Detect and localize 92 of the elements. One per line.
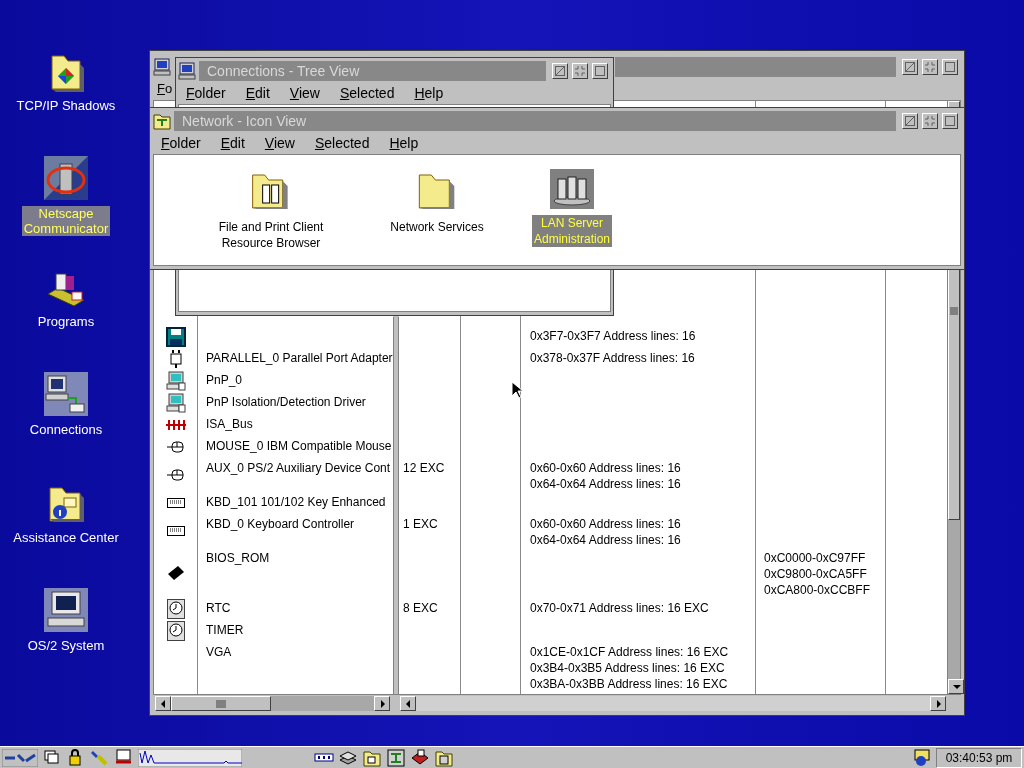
scroll-right-button[interactable] [374, 696, 390, 711]
io-address: 0x3BA-0x3BB Address lines: 16 EXC [530, 676, 729, 692]
io-address: 0x64-0x64 Address lines: 16 [530, 532, 682, 548]
program-board-icon [46, 270, 86, 308]
help-folder-icon [46, 484, 86, 524]
device-name: ISA_Bus [206, 416, 254, 432]
device-name: PARALLEL_0 Parallel Port Adapter [206, 350, 393, 366]
io-address: 0x60-0x60 Address lines: 16 [530, 460, 682, 476]
menu-item[interactable]: Help [414, 82, 444, 104]
memory-range: 0xC9800-0xCA5FF [764, 566, 868, 582]
memory-range: 0xC0000-0xC97FF [764, 550, 867, 566]
irq-cell-text: 1 EXC [403, 516, 439, 532]
object-label[interactable]: File and Print Client Resource Browser [216, 219, 326, 251]
memory-range: 0xCA800-0xCCBFF [764, 582, 872, 598]
scroll-left-button[interactable] [400, 696, 416, 711]
folder-icon [417, 171, 457, 211]
menu-item[interactable]: Fo [157, 79, 173, 99]
mouse-icon [166, 441, 185, 453]
menu-item[interactable]: Folder [161, 132, 201, 154]
computer-icon [153, 58, 171, 76]
menu-item[interactable]: Edit [245, 82, 270, 104]
io-address: 0x3F7-0x3F7 Address lines: 16 [530, 328, 697, 344]
maximize-button[interactable] [592, 63, 608, 79]
device-name: KBD_0 Keyboard Controller [206, 516, 356, 532]
desktop-icon-label[interactable]: Assistance Center [11, 530, 121, 545]
mouse-icon [166, 469, 185, 481]
clock-icon [166, 599, 185, 619]
io-address: 0x70-0x71 Address lines: 16 EXC [530, 600, 710, 616]
folder-icon [48, 52, 84, 92]
window-title: Connections - Tree View [207, 61, 360, 81]
info-icon[interactable] [912, 747, 932, 768]
bus-connector-icon [165, 418, 186, 432]
object-label[interactable]: LAN Server Administration [532, 215, 612, 247]
device-name: TIMER [206, 622, 245, 638]
maximize-button[interactable] [942, 59, 958, 75]
io-address: 0x1CE-0x1CF Address lines: 16 EXC [530, 644, 730, 660]
menu-item[interactable]: Help [389, 132, 419, 154]
irq-cell-text: 12 EXC [403, 460, 446, 476]
device-name: AUX_0 PS/2 Auxiliary Device Cont [206, 460, 392, 476]
hide-button[interactable] [552, 63, 568, 79]
menu-item[interactable]: Selected [339, 82, 395, 104]
device-name: MOUSE_0 IBM Compatible Mouse [206, 438, 393, 454]
menu-item[interactable]: Selected [314, 132, 370, 154]
device-name: VGA [206, 644, 233, 660]
device-name: KBD_101 101/102 Key Enhanced [206, 494, 387, 510]
restore-button[interactable] [922, 113, 938, 129]
scroll-left-button[interactable] [155, 696, 171, 711]
desktop-icon-label[interactable]: Connections [27, 422, 105, 437]
grip-icon [950, 306, 958, 315]
desktop-icon-label[interactable]: TCP/IP Shadows [14, 98, 118, 113]
hide-button[interactable] [902, 59, 918, 75]
menu-item[interactable]: View [289, 82, 320, 104]
io-address: 0x3B4-0x3B5 Address lines: 16 EXC [530, 660, 726, 676]
grip-icon [216, 699, 226, 708]
clock-field: 03:40:53 pm [936, 747, 1022, 768]
desktop-icon-label[interactable]: Programs [35, 314, 97, 329]
keyboard-icon [166, 526, 185, 536]
device-name: BIOS_ROM [206, 550, 271, 566]
io-address: 0x378-0x37F Address lines: 16 [530, 350, 696, 366]
desktop-icon-label[interactable]: Netscape Communicator [21, 206, 111, 236]
computer-icon [44, 588, 88, 632]
lighthouse-icon [44, 156, 88, 200]
device-name: PnP_0 [206, 372, 244, 388]
maximize-button[interactable] [942, 113, 958, 129]
object-label[interactable]: Network Services [388, 219, 486, 235]
keyboard-icon [166, 498, 185, 508]
io-address: 0x64-0x64 Address lines: 16 [530, 476, 682, 492]
scroll-thumb[interactable] [171, 696, 271, 711]
menu-item[interactable]: Folder [186, 82, 226, 104]
server-folder-icon [251, 171, 291, 211]
logo-icon[interactable] [2, 748, 38, 767]
window-title: Network - Icon View [182, 111, 307, 131]
restore-button[interactable] [572, 63, 588, 79]
plug-icon [167, 350, 184, 368]
network-computers-icon [178, 62, 196, 80]
computer-icon [165, 371, 186, 391]
device-name: PnP Isolation/Detection Driver [206, 394, 367, 410]
restore-button[interactable] [922, 59, 938, 75]
hide-button[interactable] [902, 113, 918, 129]
mouse-pointer-icon [511, 381, 523, 399]
scroll-down-button[interactable] [948, 679, 964, 694]
scroll-right-button[interactable] [930, 696, 946, 711]
connected-computers-icon [44, 372, 88, 416]
device-name: RTC [206, 600, 232, 616]
irq-cell-text: 8 EXC [403, 600, 439, 616]
menu-item[interactable]: Edit [220, 132, 245, 154]
io-address: 0x60-0x60 Address lines: 16 [530, 516, 682, 532]
menu-item[interactable]: View [264, 132, 295, 154]
clock-icon [166, 621, 185, 641]
icon-background[interactable] [550, 169, 594, 209]
computer-icon [165, 393, 186, 413]
desktop-icon-label[interactable]: OS/2 System [25, 638, 107, 653]
